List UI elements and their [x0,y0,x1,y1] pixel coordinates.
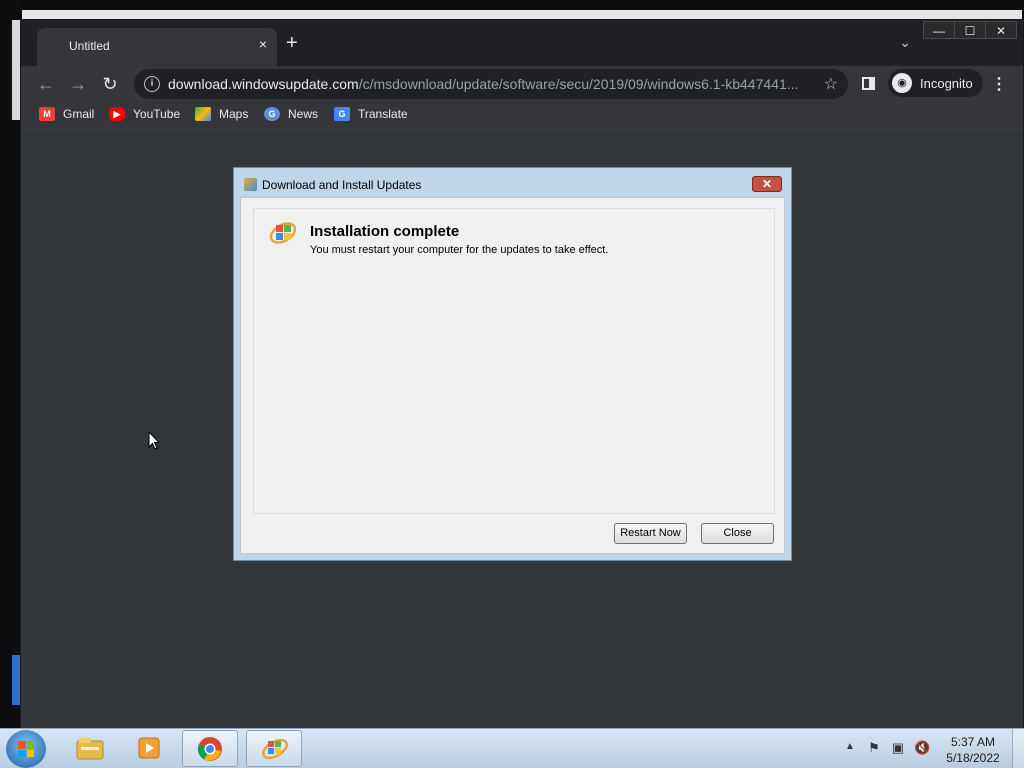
taskbar-chrome[interactable] [182,730,238,767]
bookmark-label: News [288,107,319,121]
translate-icon: G [334,107,350,121]
action-center-flag-icon[interactable]: ⚑ [866,740,882,756]
url-host: download.windowsupdate.com [168,76,359,92]
taskbar-media-player[interactable] [122,730,178,767]
new-tab-button[interactable]: + [286,33,298,53]
close-window-button[interactable]: ✕ [985,21,1017,39]
bookmark-label: Translate [358,107,408,121]
bookmark-news[interactable]: G News [264,107,318,121]
incognito-label: Incognito [920,75,973,91]
gmail-icon: M [39,107,55,121]
tab-strip: Untitled × + ⌄ — ☐ ✕ [21,20,1023,66]
incognito-badge[interactable]: ◉ Incognito [888,69,983,97]
desktop-background-left [0,0,22,728]
reload-icon[interactable]: ↻ [98,72,122,96]
network-icon[interactable]: ▣ [890,740,906,756]
update-shield-icon [269,222,297,244]
url-path: /c/msdownload/update/software/secu/2019/… [358,76,799,92]
system-clock[interactable]: 5:37 AM 5/18/2022 [940,734,1006,766]
explorer-icon [76,738,104,760]
tab-search-icon[interactable]: ⌄ [899,34,911,51]
site-info-icon[interactable]: i [144,76,160,92]
bookmark-star-icon[interactable]: ☆ [824,74,838,94]
mouse-cursor-icon [148,431,160,450]
clock-date: 5/18/2022 [946,751,1000,765]
tab-untitled[interactable]: Untitled × [37,28,277,66]
dialog-message: You must restart your computer for the u… [310,244,609,256]
bookmark-label: YouTube [133,107,181,121]
start-button[interactable] [6,730,46,768]
dialog-body: Installation complete You must restart y… [240,197,785,554]
volume-muted-icon[interactable]: 🔇 [914,740,930,756]
back-arrow-icon[interactable]: ← [34,72,58,96]
tab-close-icon[interactable]: × [259,37,267,51]
bookmark-label: Gmail [63,107,95,121]
taskbar: ▲ ⚑ ▣ 🔇 5:37 AM 5/18/2022 [0,728,1024,768]
show-hidden-icons[interactable]: ▲ [845,741,855,752]
windows-logo-icon [18,741,34,757]
maps-icon [195,107,211,121]
news-icon: G [264,107,280,121]
restart-now-button[interactable]: Restart Now [614,523,687,544]
side-panel-icon[interactable] [862,77,875,90]
bookmark-label: Maps [219,107,249,121]
chrome-icon [197,737,222,761]
bookmark-gmail[interactable]: M Gmail [39,107,94,121]
dialog-content-panel: Installation complete You must restart y… [253,208,775,514]
minimize-button[interactable]: — [923,21,955,39]
browser-toolbar: ← → ↻ i download.windowsupdate.com/c/msd… [21,66,1023,102]
address-bar[interactable]: i download.windowsupdate.com/c/msdownloa… [134,69,848,99]
dialog-title: Download and Install Updates [262,178,422,192]
windows-update-icon [261,738,289,760]
maximize-button[interactable]: ☐ [954,21,986,39]
taskbar-explorer[interactable] [62,730,118,767]
url-text[interactable]: download.windowsupdate.com/c/msdownload/… [168,76,808,92]
browser-menu-icon[interactable]: ⋮ [991,74,1007,94]
clock-time: 5:37 AM [950,735,996,749]
bookmark-maps[interactable]: Maps [195,107,248,121]
desktop-background-top [0,0,1024,20]
incognito-icon: ◉ [892,73,912,93]
close-button[interactable]: Close [701,523,774,544]
media-player-icon [138,737,160,759]
tab-title: Untitled [69,39,110,53]
forward-arrow-icon[interactable]: → [66,72,90,96]
show-desktop-button[interactable] [1012,729,1024,768]
taskbar-windows-update[interactable] [246,730,302,767]
windows-update-icon [244,178,257,191]
window-controls: — ☐ ✕ [923,21,1017,39]
dialog-close-button[interactable]: ✕ [752,176,782,192]
bookmark-youtube[interactable]: ▶ YouTube [109,107,180,121]
dialog-heading: Installation complete [310,223,460,240]
youtube-icon: ▶ [109,107,125,121]
update-dialog: Download and Install Updates ✕ Installat… [233,167,792,561]
bookmarks-bar: M Gmail ▶ YouTube Maps G News G Translat… [21,102,1023,130]
bookmark-translate[interactable]: G Translate [334,107,408,121]
